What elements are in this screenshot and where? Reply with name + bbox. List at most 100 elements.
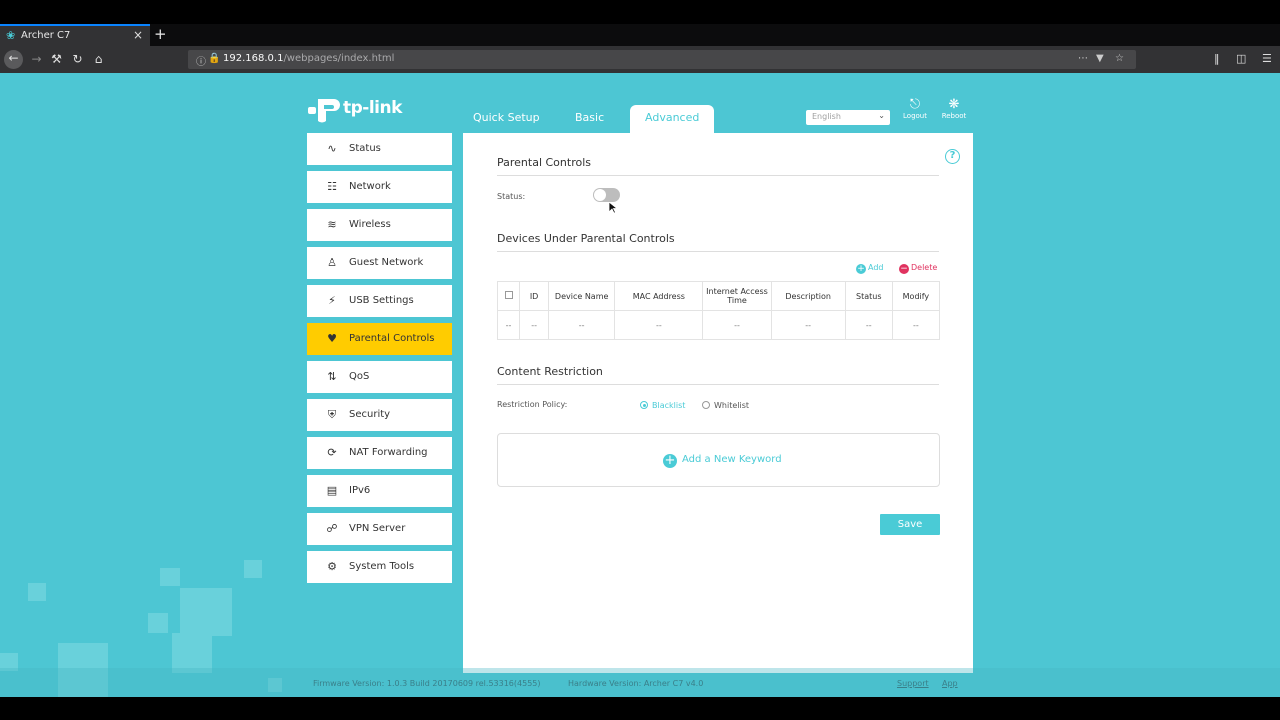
radio-unselected-icon bbox=[702, 401, 710, 409]
sidebar-item-label: VPN Server bbox=[349, 523, 406, 534]
browser-nav-bar: ← → ⚒ ↻ ⌂ ⓘ 🔒 192.168.0.1/webpages/index… bbox=[0, 46, 1280, 73]
url-host: 192.168.0.1 bbox=[223, 53, 284, 64]
sidebar-item-label: QoS bbox=[349, 371, 370, 382]
page-actions-icon[interactable]: ⋯ bbox=[1078, 53, 1088, 64]
browser-tab-bar: ❀ Archer C7 × + bbox=[0, 24, 1280, 46]
sidebar-item-guest-network[interactable]: ♙ Guest Network bbox=[307, 247, 452, 279]
sidebar-item-label: Status bbox=[349, 143, 381, 154]
decor-square bbox=[148, 613, 168, 633]
sidebar-item-network[interactable]: ☷ Network bbox=[307, 171, 452, 203]
arrows-updown-icon: ⇅ bbox=[327, 370, 337, 383]
sidebar-item-ipv6[interactable]: ▤ IPv6 bbox=[307, 475, 452, 507]
logo-text: tp-link bbox=[343, 98, 402, 118]
help-icon[interactable]: ? bbox=[945, 149, 960, 164]
sidebar-item-vpn-server[interactable]: ☍ VPN Server bbox=[307, 513, 452, 545]
column-header: ID bbox=[519, 281, 550, 311]
sidebar-item-nat-forwarding[interactable]: ⟳ NAT Forwarding bbox=[307, 437, 452, 469]
select-all-checkbox[interactable] bbox=[504, 291, 513, 299]
forward-button[interactable]: → bbox=[28, 51, 45, 68]
add-keyword-box[interactable]: + Add a New Keyword bbox=[497, 433, 940, 487]
tplink-favicon-icon: ❀ bbox=[6, 29, 16, 42]
reload-button[interactable]: ↻ bbox=[69, 51, 86, 68]
wifi-icon: ≋ bbox=[327, 218, 337, 231]
reboot-button[interactable]: ❋ Reboot bbox=[939, 97, 969, 120]
sidebar-item-qos[interactable]: ⇅ QoS bbox=[307, 361, 452, 393]
status-label: Status: bbox=[497, 192, 526, 201]
logout-label: Logout bbox=[903, 112, 927, 120]
sidebar-item-system-tools[interactable]: ⚙ System Tools bbox=[307, 551, 452, 583]
minus-circle-icon: − bbox=[899, 264, 909, 274]
url-path: /webpages/index.html bbox=[283, 53, 395, 64]
table-cell: -- bbox=[614, 310, 704, 340]
guests-icon: ♙ bbox=[327, 256, 337, 269]
support-link[interactable]: Support bbox=[897, 679, 929, 688]
table-cell: -- bbox=[702, 310, 772, 340]
table-cell: -- bbox=[548, 310, 616, 340]
sidebar-item-parental-controls[interactable]: ♥ Parental Controls bbox=[307, 323, 452, 355]
footer: Firmware Version: 1.0.3 Build 20170609 r… bbox=[0, 668, 1280, 697]
sidebar-toggle-icon[interactable]: ◫ bbox=[1236, 52, 1246, 65]
insecure-lock-icon[interactable]: 🔒 bbox=[208, 53, 220, 64]
reboot-label: Reboot bbox=[941, 112, 967, 120]
add-button[interactable]: + Add bbox=[856, 263, 884, 274]
table-cell: -- bbox=[519, 310, 550, 340]
decor-square bbox=[244, 560, 262, 578]
reboot-icon: ❋ bbox=[948, 97, 960, 112]
blacklist-label: Blacklist bbox=[652, 401, 686, 410]
sidebar-item-wireless[interactable]: ≋ Wireless bbox=[307, 209, 452, 241]
sidebar-item-usb-settings[interactable]: ⚡ USB Settings bbox=[307, 285, 452, 317]
logout-button[interactable]: ⎋ Logout bbox=[900, 97, 930, 120]
logout-icon: ⎋ bbox=[909, 97, 921, 112]
status-toggle[interactable] bbox=[593, 188, 620, 202]
sidebar-item-label: USB Settings bbox=[349, 295, 414, 306]
library-icon[interactable]: ‖ bbox=[1214, 52, 1220, 65]
pulse-icon: ∿ bbox=[327, 142, 337, 155]
radio-selected-icon bbox=[640, 401, 648, 409]
blacklist-radio[interactable]: Blacklist bbox=[640, 401, 685, 410]
devices-table: ID Device Name MAC Address Internet Acce… bbox=[496, 281, 941, 340]
decor-square bbox=[180, 588, 232, 636]
sidebar-item-status[interactable]: ∿ Status bbox=[307, 133, 452, 165]
tab-advanced[interactable]: Advanced bbox=[645, 111, 699, 124]
nat-icon: ⟳ bbox=[327, 446, 337, 459]
sidebar-item-label: Wireless bbox=[349, 219, 391, 230]
browser-tab[interactable]: ❀ Archer C7 × bbox=[0, 24, 150, 46]
new-tab-button[interactable]: + bbox=[154, 24, 168, 46]
info-icon[interactable]: ⓘ bbox=[196, 53, 206, 68]
table-row: -- -- -- -- -- -- -- -- bbox=[496, 310, 941, 340]
select-all-checkbox-cell[interactable] bbox=[496, 281, 521, 311]
usb-icon: ⚡ bbox=[328, 294, 336, 307]
language-value: English bbox=[812, 112, 841, 121]
table-cell: -- bbox=[844, 310, 893, 340]
sidebar-item-label: IPv6 bbox=[349, 485, 371, 496]
menu-icon[interactable]: ☰ bbox=[1262, 52, 1272, 65]
tplink-logo-icon bbox=[308, 99, 340, 123]
table-cell: -- bbox=[496, 310, 521, 340]
home-button[interactable]: ⌂ bbox=[90, 51, 107, 68]
decor-square bbox=[172, 633, 212, 673]
save-button[interactable]: Save bbox=[880, 514, 940, 535]
restriction-policy-label: Restriction Policy: bbox=[497, 400, 568, 409]
url-bar[interactable]: ⓘ 🔒 192.168.0.1/webpages/index.html ⋯ ▼ … bbox=[188, 50, 1136, 69]
column-header: Device Name bbox=[548, 281, 616, 311]
sidebar-item-label: Parental Controls bbox=[349, 333, 435, 344]
delete-label: Delete bbox=[911, 263, 938, 272]
tab-quick-setup[interactable]: Quick Setup bbox=[473, 111, 540, 124]
sidebar-item-label: NAT Forwarding bbox=[349, 447, 428, 458]
back-button[interactable]: ← bbox=[4, 50, 23, 69]
language-select[interactable]: English ⌄ bbox=[806, 110, 890, 125]
gear-icon: ⚙ bbox=[327, 560, 337, 573]
whitelist-radio[interactable]: Whitelist bbox=[702, 401, 749, 410]
bookmark-star-icon[interactable]: ☆ bbox=[1115, 53, 1124, 64]
tools-icon[interactable]: ⚒ bbox=[48, 51, 65, 68]
pocket-icon[interactable]: ▼ bbox=[1096, 53, 1104, 64]
tab-title: Archer C7 bbox=[21, 30, 71, 41]
app-link[interactable]: App bbox=[942, 679, 958, 688]
tab-basic[interactable]: Basic bbox=[575, 111, 604, 124]
sidebar-item-label: Network bbox=[349, 181, 391, 192]
close-tab-icon[interactable]: × bbox=[133, 28, 143, 42]
sidebar-item-label: System Tools bbox=[349, 561, 415, 572]
sidebar-item-security[interactable]: ⛨ Security bbox=[307, 399, 452, 431]
sidebar-item-label: Guest Network bbox=[349, 257, 424, 268]
delete-button[interactable]: − Delete bbox=[899, 263, 937, 274]
